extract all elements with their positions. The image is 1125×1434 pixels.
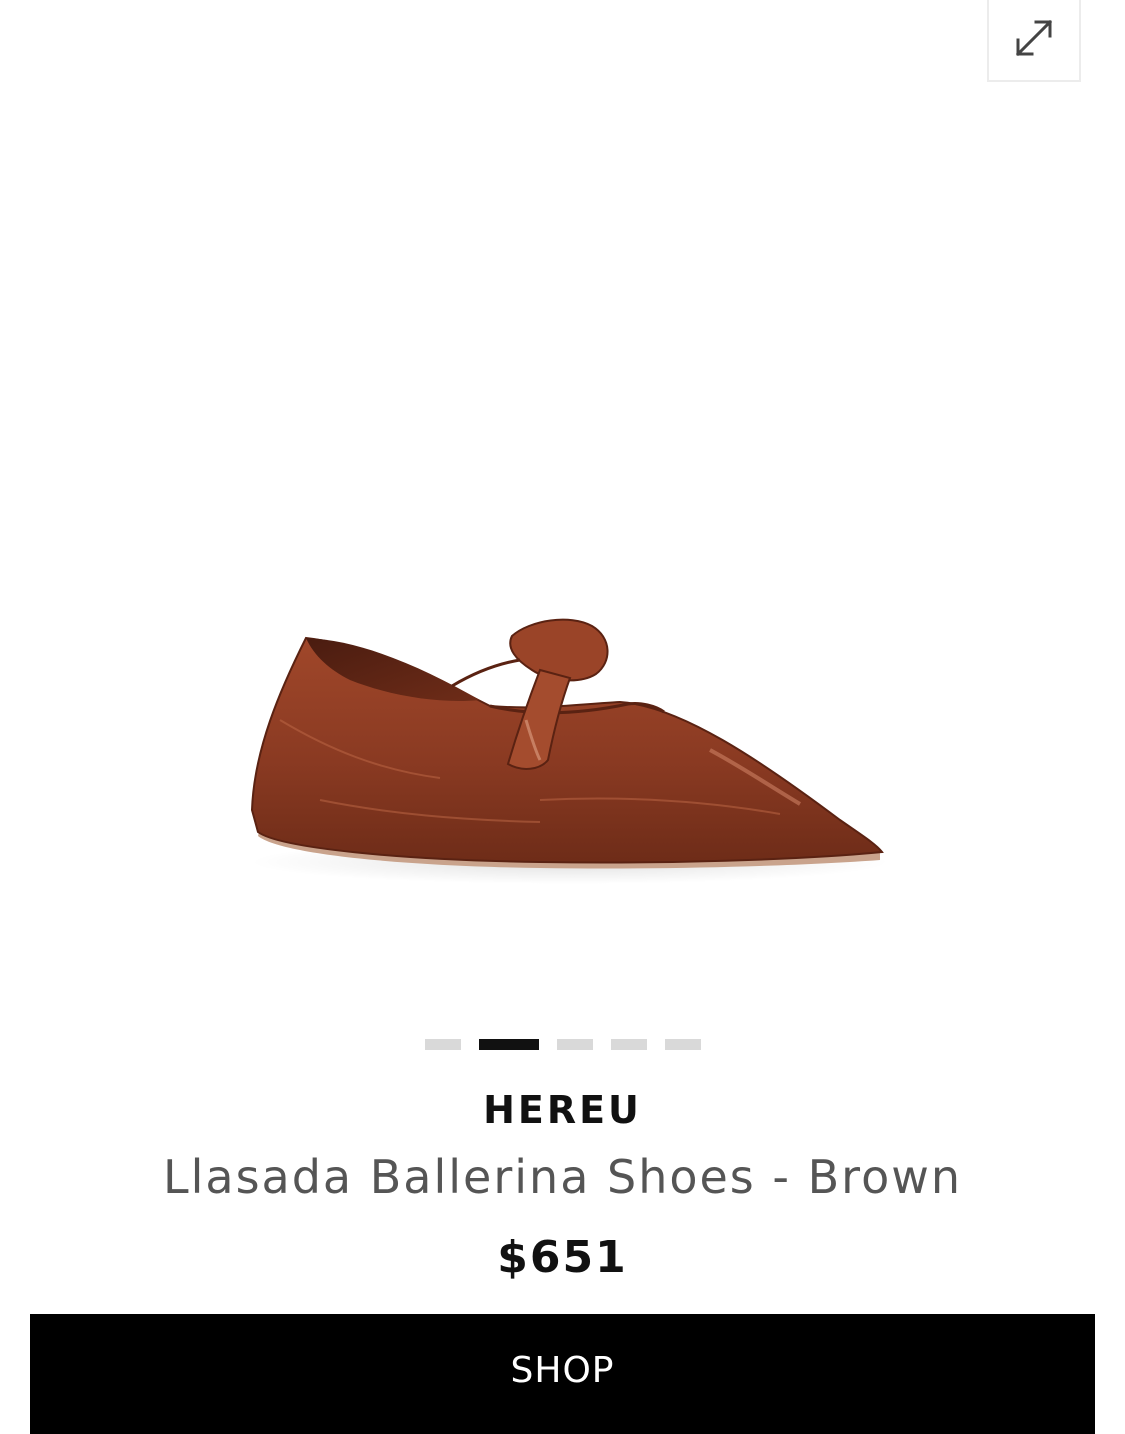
product-brand[interactable]: HEREU: [0, 1088, 1125, 1132]
carousel-dot-2-active[interactable]: [479, 1039, 539, 1050]
carousel-dot-5[interactable]: [665, 1039, 701, 1050]
product-name[interactable]: Llasada Ballerina Shoes - Brown: [0, 1147, 1125, 1207]
carousel-dot-3[interactable]: [557, 1039, 593, 1050]
shop-button[interactable]: SHOP: [30, 1314, 1095, 1434]
product-image[interactable]: [240, 600, 900, 910]
carousel-dot-1[interactable]: [425, 1039, 461, 1050]
image-carousel-indicator: [0, 1039, 1125, 1050]
shoe-illustration: [250, 618, 890, 884]
expand-arrows-icon: [1015, 19, 1053, 57]
expand-image-button[interactable]: [987, 0, 1081, 82]
product-price: $651: [497, 1232, 628, 1283]
carousel-dot-4[interactable]: [611, 1039, 647, 1050]
